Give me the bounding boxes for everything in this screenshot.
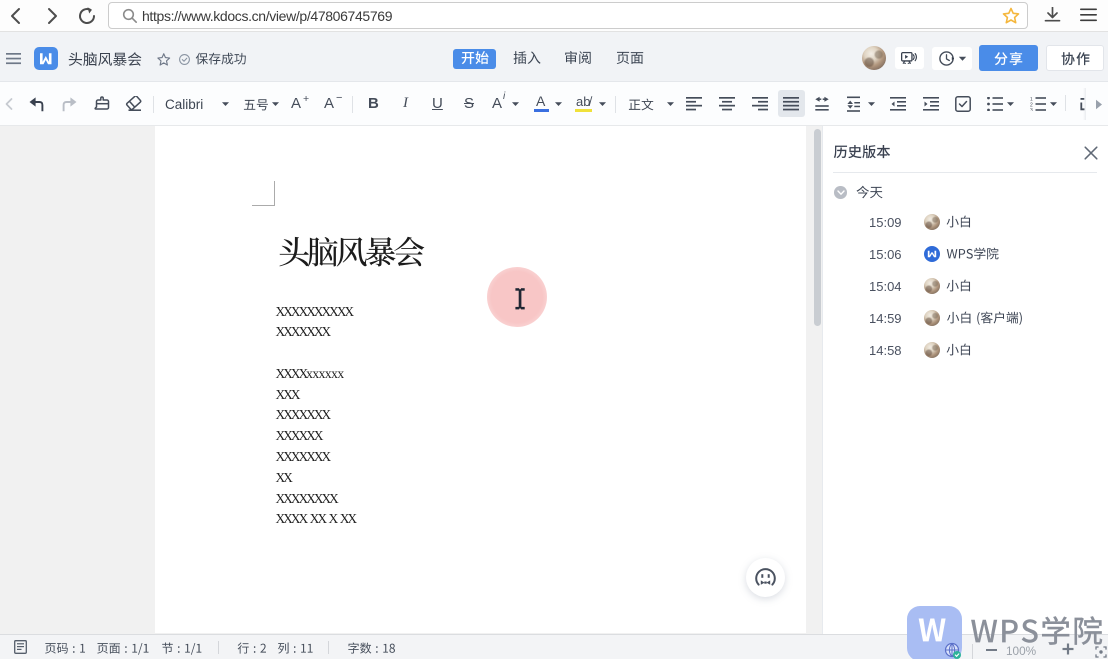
svg-text:3: 3 — [1030, 108, 1033, 111]
